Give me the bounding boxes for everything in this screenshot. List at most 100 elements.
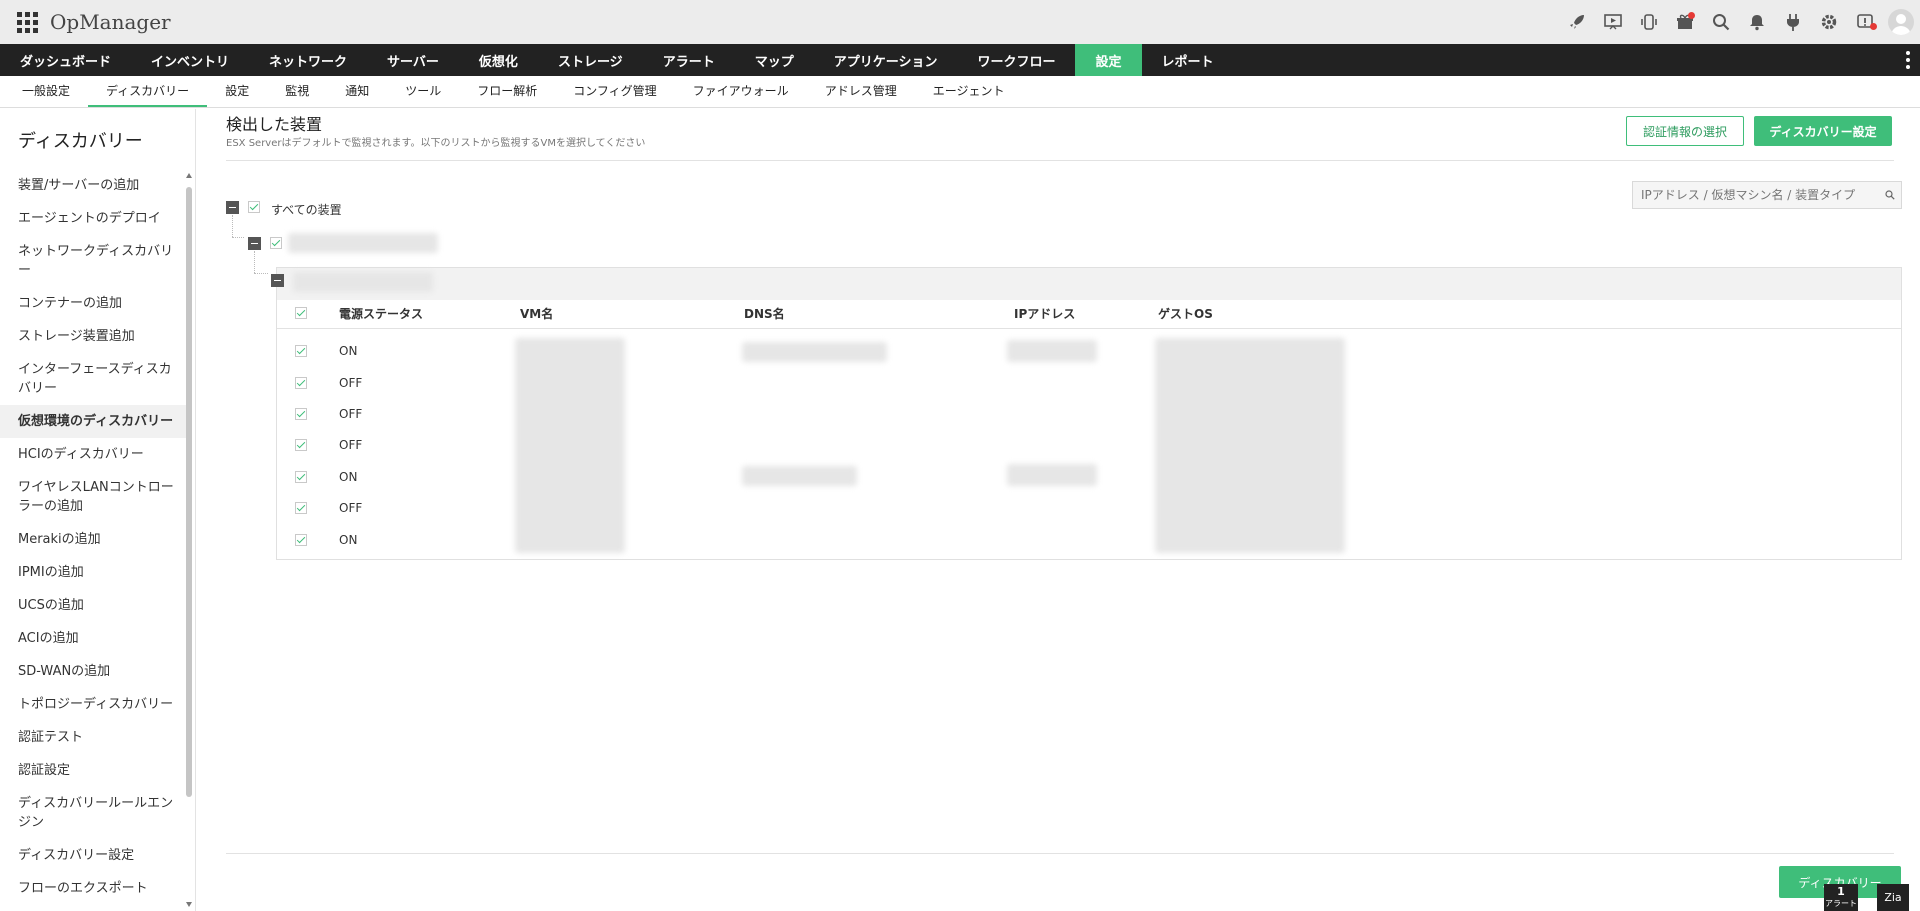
gift-icon[interactable] [1670, 7, 1700, 37]
select-credentials-button[interactable]: 認証情報の選択 [1626, 116, 1744, 146]
device-search-box [1632, 181, 1902, 209]
subnav-config-management[interactable]: コンフィグ管理 [555, 76, 674, 107]
dns-name-redacted [742, 466, 857, 486]
row-checkbox[interactable] [295, 471, 307, 483]
power-status: OFF [339, 407, 363, 421]
device-search-input[interactable] [1633, 188, 1879, 202]
sidebar-item-topology-discovery[interactable]: トポロジーディスカバリー [0, 688, 190, 721]
sidebar-item-credential-settings[interactable]: 認証設定 [0, 754, 190, 787]
sidebar-item-flow-export[interactable]: フローのエクスポート [0, 872, 190, 905]
nav-maps[interactable]: マップ [735, 44, 814, 76]
sidebar-item-add-wlc[interactable]: ワイヤレスLANコントローラーの追加 [0, 471, 190, 523]
vm-table-header: 電源ステータス VM名 DNS名 IPアドレス ゲストOS [277, 298, 1901, 330]
more-menu-icon[interactable] [1906, 51, 1910, 69]
row-checkbox[interactable] [295, 345, 307, 357]
sidebar-item-add-ipmi[interactable]: IPMIの追加 [0, 556, 190, 589]
nav-workflow[interactable]: ワークフロー [957, 44, 1075, 76]
main-content: 検出した装置 ESX Serverはデフォルトで監視されます。以下のリストから監… [226, 109, 1902, 911]
nav-servers[interactable]: サーバー [367, 44, 459, 76]
sidebar-item-add-container[interactable]: コンテナーの追加 [0, 287, 190, 320]
nav-settings[interactable]: 設定 [1075, 44, 1142, 76]
col-power-status[interactable]: 電源ステータス [339, 298, 423, 330]
select-all-checkbox[interactable] [248, 201, 260, 213]
plug-icon[interactable] [1778, 7, 1808, 37]
app-grid-icon[interactable] [14, 9, 40, 35]
nav-applications[interactable]: アプリケーション [814, 44, 958, 76]
bell-icon[interactable] [1742, 7, 1772, 37]
sidebar-item-interface-discovery[interactable]: インターフェースディスカバリー [0, 353, 190, 405]
sidebar-item-virtual-discovery[interactable]: 仮想環境のディスカバリー [0, 405, 190, 438]
search-icon[interactable] [1879, 182, 1901, 208]
sidebar-item-deploy-agent[interactable]: エージェントのデプロイ [0, 202, 190, 235]
host-checkbox[interactable] [270, 237, 282, 249]
sidebar-item-add-storage[interactable]: ストレージ装置追加 [0, 320, 190, 353]
subnav-address-management[interactable]: アドレス管理 [807, 76, 915, 107]
app-title: OpManager [50, 10, 171, 34]
page-subtitle: ESX Serverはデフォルトで監視されます。以下のリストから監視するVMを選… [226, 138, 646, 149]
nav-reports[interactable]: レポート [1142, 44, 1234, 76]
row-checkbox[interactable] [295, 439, 307, 451]
collapse-esx-icon[interactable] [271, 274, 284, 287]
nav-storage[interactable]: ストレージ [538, 44, 643, 76]
scroll-down-icon[interactable] [186, 902, 192, 907]
sidebar-item-add-device[interactable]: 装置/サーバーの追加 [0, 169, 190, 202]
power-status: ON [339, 344, 358, 358]
presentation-icon[interactable] [1598, 7, 1628, 37]
col-guest-os[interactable]: ゲストOS [1158, 298, 1213, 330]
sidebar-item-credential-test[interactable]: 認証テスト [0, 721, 190, 754]
subnav-notifications[interactable]: 通知 [327, 76, 387, 107]
header-divider [277, 328, 1901, 329]
col-dns-name[interactable]: DNS名 [744, 298, 785, 330]
gear-icon[interactable] [1814, 7, 1844, 37]
rocket-icon[interactable] [1562, 7, 1592, 37]
discovery-settings-button[interactable]: ディスカバリー設定 [1754, 116, 1892, 146]
select-all-vms-checkbox[interactable] [295, 307, 307, 319]
sidebar-item-hci-discovery[interactable]: HCIのディスカバリー [0, 438, 190, 471]
subnav-configuration[interactable]: 設定 [207, 76, 267, 107]
nav-network[interactable]: ネットワーク [249, 44, 367, 76]
sidebar-item-add-meraki[interactable]: Merakiの追加 [0, 523, 190, 556]
nav-alarms[interactable]: アラート [643, 44, 735, 76]
sidebar-item-add-ucs[interactable]: UCSの追加 [0, 589, 190, 622]
tree-connector [232, 215, 233, 237]
sidebar-item-discovery-settings[interactable]: ディスカバリー設定 [0, 839, 190, 872]
nav-virtualization[interactable]: 仮想化 [459, 44, 538, 76]
search-icon[interactable] [1706, 7, 1736, 37]
scrollbar-thumb[interactable] [186, 187, 192, 797]
alert-count-badge[interactable]: 1 アラート [1824, 884, 1858, 911]
sidebar-title: ディスカバリー [18, 131, 143, 152]
sidebar: ディスカバリー 装置/サーバーの追加 エージェントのデプロイ ネットワークディス… [0, 109, 196, 911]
sidebar-item-rule-engine[interactable]: ディスカバリールールエンジン [0, 787, 190, 839]
row-checkbox[interactable] [295, 534, 307, 546]
zia-assistant-button[interactable]: Zia [1877, 884, 1909, 911]
esx-name-redacted [293, 272, 433, 292]
sidebar-item-network-discovery[interactable]: ネットワークディスカバリー [0, 235, 190, 287]
top-icon-bar [1556, 0, 1920, 44]
sidebar-item-add-aci[interactable]: ACIの追加 [0, 622, 190, 655]
nav-dashboard[interactable]: ダッシュボード [0, 44, 131, 76]
col-vm-name[interactable]: VM名 [520, 298, 553, 330]
subnav-tools[interactable]: ツール [387, 76, 459, 107]
subnav-firewall[interactable]: ファイアウォール [675, 76, 807, 107]
row-checkbox[interactable] [295, 408, 307, 420]
user-avatar[interactable] [1888, 9, 1914, 35]
scroll-up-icon[interactable] [186, 173, 192, 178]
divider [226, 160, 1894, 161]
alert-shield-icon[interactable] [1850, 7, 1880, 37]
sidebar-scrollbar[interactable] [186, 169, 193, 909]
row-checkbox[interactable] [295, 502, 307, 514]
col-ip-address[interactable]: IPアドレス [1014, 298, 1075, 330]
subnav-discovery[interactable]: ディスカバリー [88, 76, 208, 107]
row-checkbox[interactable] [295, 377, 307, 389]
sidebar-item-add-sdwan[interactable]: SD-WANの追加 [0, 655, 190, 688]
collapse-host-icon[interactable] [248, 237, 261, 250]
subnav-general-settings[interactable]: 一般設定 [4, 76, 88, 107]
ip-address-redacted [1007, 464, 1097, 486]
subnav-flow-analysis[interactable]: フロー解析 [459, 76, 555, 107]
phone-icon[interactable] [1634, 7, 1664, 37]
top-bar: OpManager [0, 0, 1920, 44]
subnav-monitoring[interactable]: 監視 [267, 76, 327, 107]
subnav-agents[interactable]: エージェント [915, 76, 1023, 107]
collapse-all-icon[interactable] [226, 201, 239, 214]
nav-inventory[interactable]: インベントリ [131, 44, 249, 76]
